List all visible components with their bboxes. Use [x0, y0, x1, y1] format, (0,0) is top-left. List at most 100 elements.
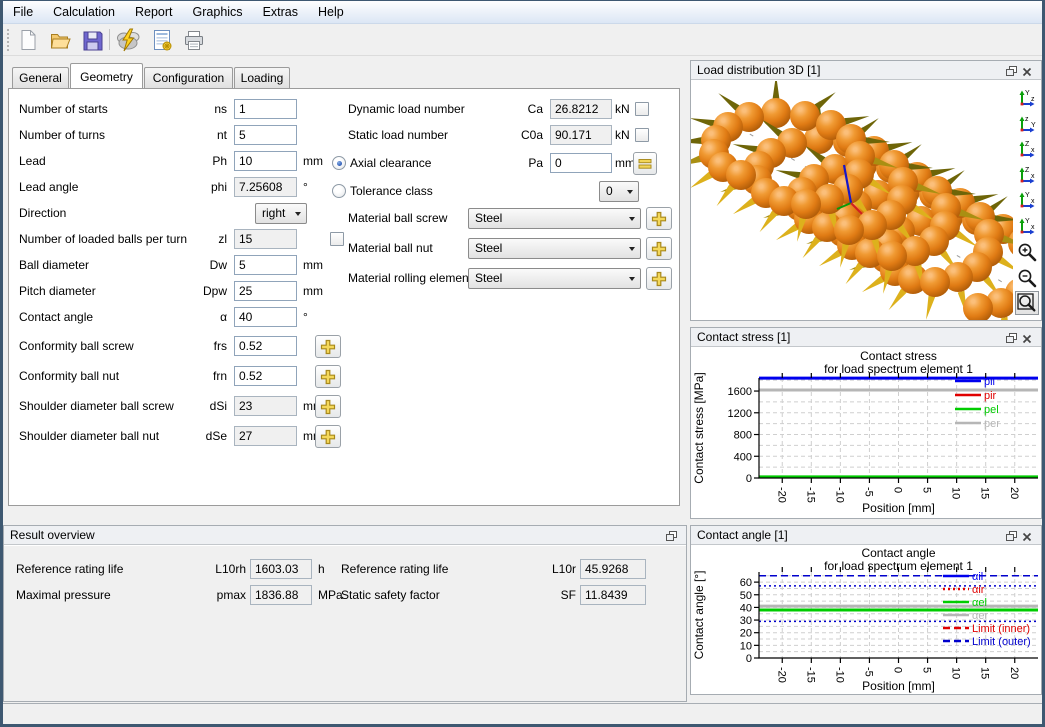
svg-text:0: 0: [892, 487, 904, 493]
menu-calculation[interactable]: Calculation: [43, 1, 125, 23]
save-file-button[interactable]: [79, 27, 105, 53]
svg-text:per: per: [984, 418, 1000, 430]
input-ca[interactable]: 26.8212: [550, 99, 612, 119]
output-pmax[interactable]: 1836.88: [250, 585, 312, 605]
ball-helix-render: [691, 81, 1041, 320]
label-dynamic-load-number: Dynamic load number: [348, 98, 465, 120]
close-icon[interactable]: [1022, 64, 1035, 77]
radio-tolerance-class[interactable]: [332, 184, 346, 198]
new-file-button[interactable]: [15, 27, 41, 53]
view-right[interactable]: Yx: [1015, 215, 1039, 239]
svg-text:-15: -15: [804, 487, 816, 503]
svg-text:Y: Y: [1025, 192, 1030, 199]
output-l10rh[interactable]: 1603.03: [250, 559, 312, 579]
symbol-pa: Pa: [505, 152, 543, 174]
dropdown-material-ball-nut[interactable]: Steel: [468, 238, 641, 259]
add-conformity-ball-nut-button[interactable]: [315, 365, 341, 388]
menu-graphics[interactable]: Graphics: [183, 1, 253, 23]
print-button[interactable]: [181, 27, 207, 53]
close-icon[interactable]: [1022, 331, 1035, 344]
axial-clearance-detail-button[interactable]: [633, 152, 657, 175]
row-static-load-number: Static load numberC0a90.171kN: [9, 124, 679, 148]
svg-text:20: 20: [1008, 667, 1020, 679]
input-c0a[interactable]: 90.171: [550, 125, 612, 145]
open-file-button[interactable]: [47, 27, 73, 53]
contact-angle-panel: Contact angle [1] Contact anglefor load …: [690, 525, 1042, 695]
row-material-rolling-element: Material rolling elementSteel: [9, 267, 679, 291]
svg-text:Contact stress: Contact stress: [860, 349, 937, 363]
svg-text:1600: 1600: [728, 386, 752, 398]
zoom-in-button[interactable]: [1015, 240, 1039, 264]
float-button[interactable]: [666, 529, 679, 542]
add-material-rolling-element-button[interactable]: [646, 267, 672, 290]
dropdown-tolerance-class[interactable]: 0: [599, 181, 639, 202]
float-button[interactable]: [1006, 331, 1019, 344]
chevron-down-icon: [627, 190, 633, 194]
menu-help[interactable]: Help: [308, 1, 354, 23]
input-[interactable]: 40: [234, 307, 297, 327]
svg-text:z: z: [1025, 116, 1029, 123]
svg-text:0: 0: [746, 473, 752, 485]
label-material-rolling-element: Material rolling element: [348, 267, 472, 289]
dropdown-material-ball-screw[interactable]: Steel: [468, 208, 641, 229]
view-front[interactable]: Yz: [1015, 87, 1039, 111]
contact-stress-header: Contact stress [1]: [691, 328, 1041, 347]
chevron-down-icon: [629, 277, 635, 281]
zoom-out-button[interactable]: [1015, 266, 1039, 290]
add-conformity-ball-screw-button[interactable]: [315, 335, 341, 358]
float-button[interactable]: [1006, 529, 1019, 542]
zoom-window-button[interactable]: [1015, 291, 1039, 315]
input-frs[interactable]: 0.52: [234, 336, 297, 356]
output-sf[interactable]: 11.8439: [580, 585, 646, 605]
input-frn[interactable]: 0.52: [234, 366, 297, 386]
contact-stress-chart: Contact stressfor load spectrum element …: [691, 348, 1041, 518]
input-pa[interactable]: 0: [550, 153, 612, 173]
menu-file[interactable]: File: [3, 1, 43, 23]
result-overview-title: Result overview: [10, 528, 95, 542]
input-dse[interactable]: 27: [234, 426, 297, 446]
add-material-ball-screw-button[interactable]: [646, 207, 672, 230]
svg-text:800: 800: [734, 430, 752, 442]
view-bottom[interactable]: Zx: [1015, 164, 1039, 188]
float-button[interactable]: [1006, 64, 1019, 77]
add-shoulder-diameter-ball-screw-button[interactable]: [315, 395, 341, 418]
tab-general[interactable]: General: [12, 67, 69, 88]
toolbar-separator: [109, 29, 110, 50]
close-icon[interactable]: [1022, 529, 1035, 542]
report-button[interactable]: [149, 27, 175, 53]
input-dsi[interactable]: 23: [234, 396, 297, 416]
output-l10r[interactable]: 45.9268: [580, 559, 646, 579]
menu-report[interactable]: Report: [125, 1, 183, 23]
svg-text:40: 40: [740, 602, 752, 614]
tab-geometry[interactable]: Geometry: [70, 63, 143, 88]
row-conformity-ball-screw: Conformity ball screwfrs0.52: [9, 335, 679, 359]
calculate-button[interactable]: [115, 27, 141, 53]
dropdown-material-rolling-element[interactable]: Steel: [468, 268, 641, 289]
svg-text:Position [mm]: Position [mm]: [862, 679, 935, 693]
load-distribution-3d-view[interactable]: YzzYZxZxYxYx: [691, 81, 1041, 320]
result-overview-panel: Result overview Reference rating lifeL10…: [3, 525, 687, 702]
chevron-down-icon: [629, 247, 635, 251]
window-border-left: [0, 0, 3, 727]
add-shoulder-diameter-ball-nut-button[interactable]: [315, 425, 341, 448]
view-top[interactable]: Zx: [1015, 138, 1039, 162]
checkbox-static-load-number[interactable]: [635, 128, 649, 142]
svg-text:pil: pil: [984, 376, 995, 388]
tab-configuration[interactable]: Configuration: [144, 67, 233, 88]
add-material-ball-nut-button[interactable]: [646, 237, 672, 260]
menu-extras[interactable]: Extras: [253, 1, 308, 23]
svg-text:-5: -5: [862, 667, 874, 677]
toolbar-grip[interactable]: [7, 29, 11, 51]
new-document-icon: [16, 28, 40, 52]
radio-axial-clearance[interactable]: [332, 156, 346, 170]
unit-static-load-number: kN: [615, 124, 630, 146]
view-back[interactable]: zY: [1015, 113, 1039, 137]
load-distribution-3d-title: Load distribution 3D [1]: [697, 63, 820, 77]
svg-text:pir: pir: [984, 390, 997, 402]
print-icon: [182, 28, 206, 52]
svg-text:x: x: [1031, 173, 1035, 180]
tab-loading[interactable]: Loading: [234, 67, 290, 88]
checkbox-dynamic-load-number[interactable]: [635, 102, 649, 116]
svg-text:Z: Z: [1025, 141, 1030, 148]
view-left[interactable]: Yx: [1015, 189, 1039, 213]
